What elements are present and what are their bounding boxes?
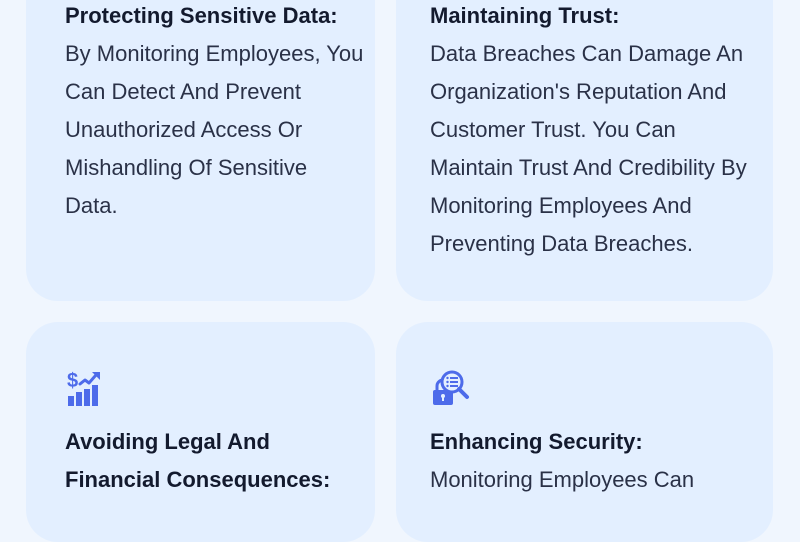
card-text: By Monitoring Employees, You Can Detect … [65,41,364,218]
card-avoiding-legal-consequences: $ Avoiding Legal And Financial Consequen… [26,322,375,542]
svg-text:$: $ [67,370,78,392]
card-title: Maintaining Trust: [430,3,620,28]
card-protecting-sensitive-data: Protecting Sensitive Data: By Monitoring… [26,0,375,301]
card-title: Avoiding Legal And Financial Consequence… [65,429,331,492]
card-text: Monitoring Employees Can [430,467,695,492]
card-maintaining-trust: Maintaining Trust: Data Breaches Can Dam… [396,0,773,301]
card-text: Data Breaches Can Damage An Organization… [430,41,747,256]
financial-growth-icon: $ [67,370,100,406]
card-title: Enhancing Security: [430,429,643,454]
security-search-lock-icon [433,370,469,405]
card-title: Protecting Sensitive Data: [65,3,338,28]
card-enhancing-security: Enhancing Security: Monitoring Employees… [396,322,773,542]
